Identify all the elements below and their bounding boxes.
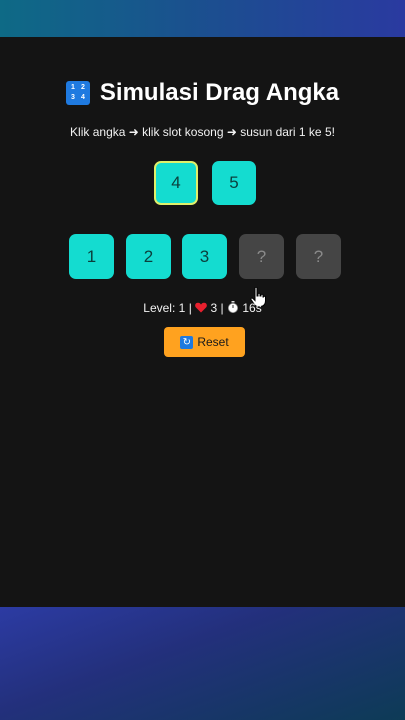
1234-numbers-icon: 1234 <box>65 81 90 105</box>
status-bar: Level: 1 | 3 | 16s <box>0 301 405 315</box>
heart-icon <box>195 302 207 313</box>
slot-label: 2 <box>143 246 154 266</box>
lives-value: 3 <box>210 301 218 315</box>
game-panel: 1234 Simulasi Drag Angka Klik angka ➜ kl… <box>0 37 405 607</box>
slot-label: 1 <box>86 246 97 266</box>
slot-2[interactable]: 2 <box>126 234 171 279</box>
instruction-text: Klik angka ➜ klik slot kosong ➜ susun da… <box>70 125 335 139</box>
reset-label: Reset <box>197 335 229 349</box>
slot-4[interactable]: ? <box>239 234 284 279</box>
top-background-band <box>0 0 405 37</box>
bottom-background-band <box>0 607 405 720</box>
number-tile-label: 4 <box>171 173 181 192</box>
level-value: 1 <box>178 301 186 315</box>
slot-1[interactable]: 1 <box>69 234 114 279</box>
timer-value: 16s <box>242 301 262 315</box>
page-title: 1234 Simulasi Drag Angka <box>0 79 405 107</box>
slot-label: 3 <box>199 246 210 266</box>
separator: | <box>220 301 224 315</box>
slot-3[interactable]: 3 <box>182 234 227 279</box>
slot-5[interactable]: ? <box>296 234 341 279</box>
slot-label: ? <box>313 246 324 266</box>
slot-label: ? <box>256 246 267 266</box>
separator: | <box>188 301 192 315</box>
title-text: Simulasi Drag Angka <box>99 79 340 106</box>
reset-button[interactable]: ↻ Reset <box>164 327 245 357</box>
number-tile-5[interactable]: 5 <box>212 161 256 205</box>
level-label: Level: <box>143 301 176 315</box>
stopwatch-icon <box>228 301 238 313</box>
number-tile-4[interactable]: 4 <box>154 161 198 205</box>
number-tile-label: 5 <box>229 173 239 192</box>
refresh-icon: ↻ <box>180 335 194 349</box>
